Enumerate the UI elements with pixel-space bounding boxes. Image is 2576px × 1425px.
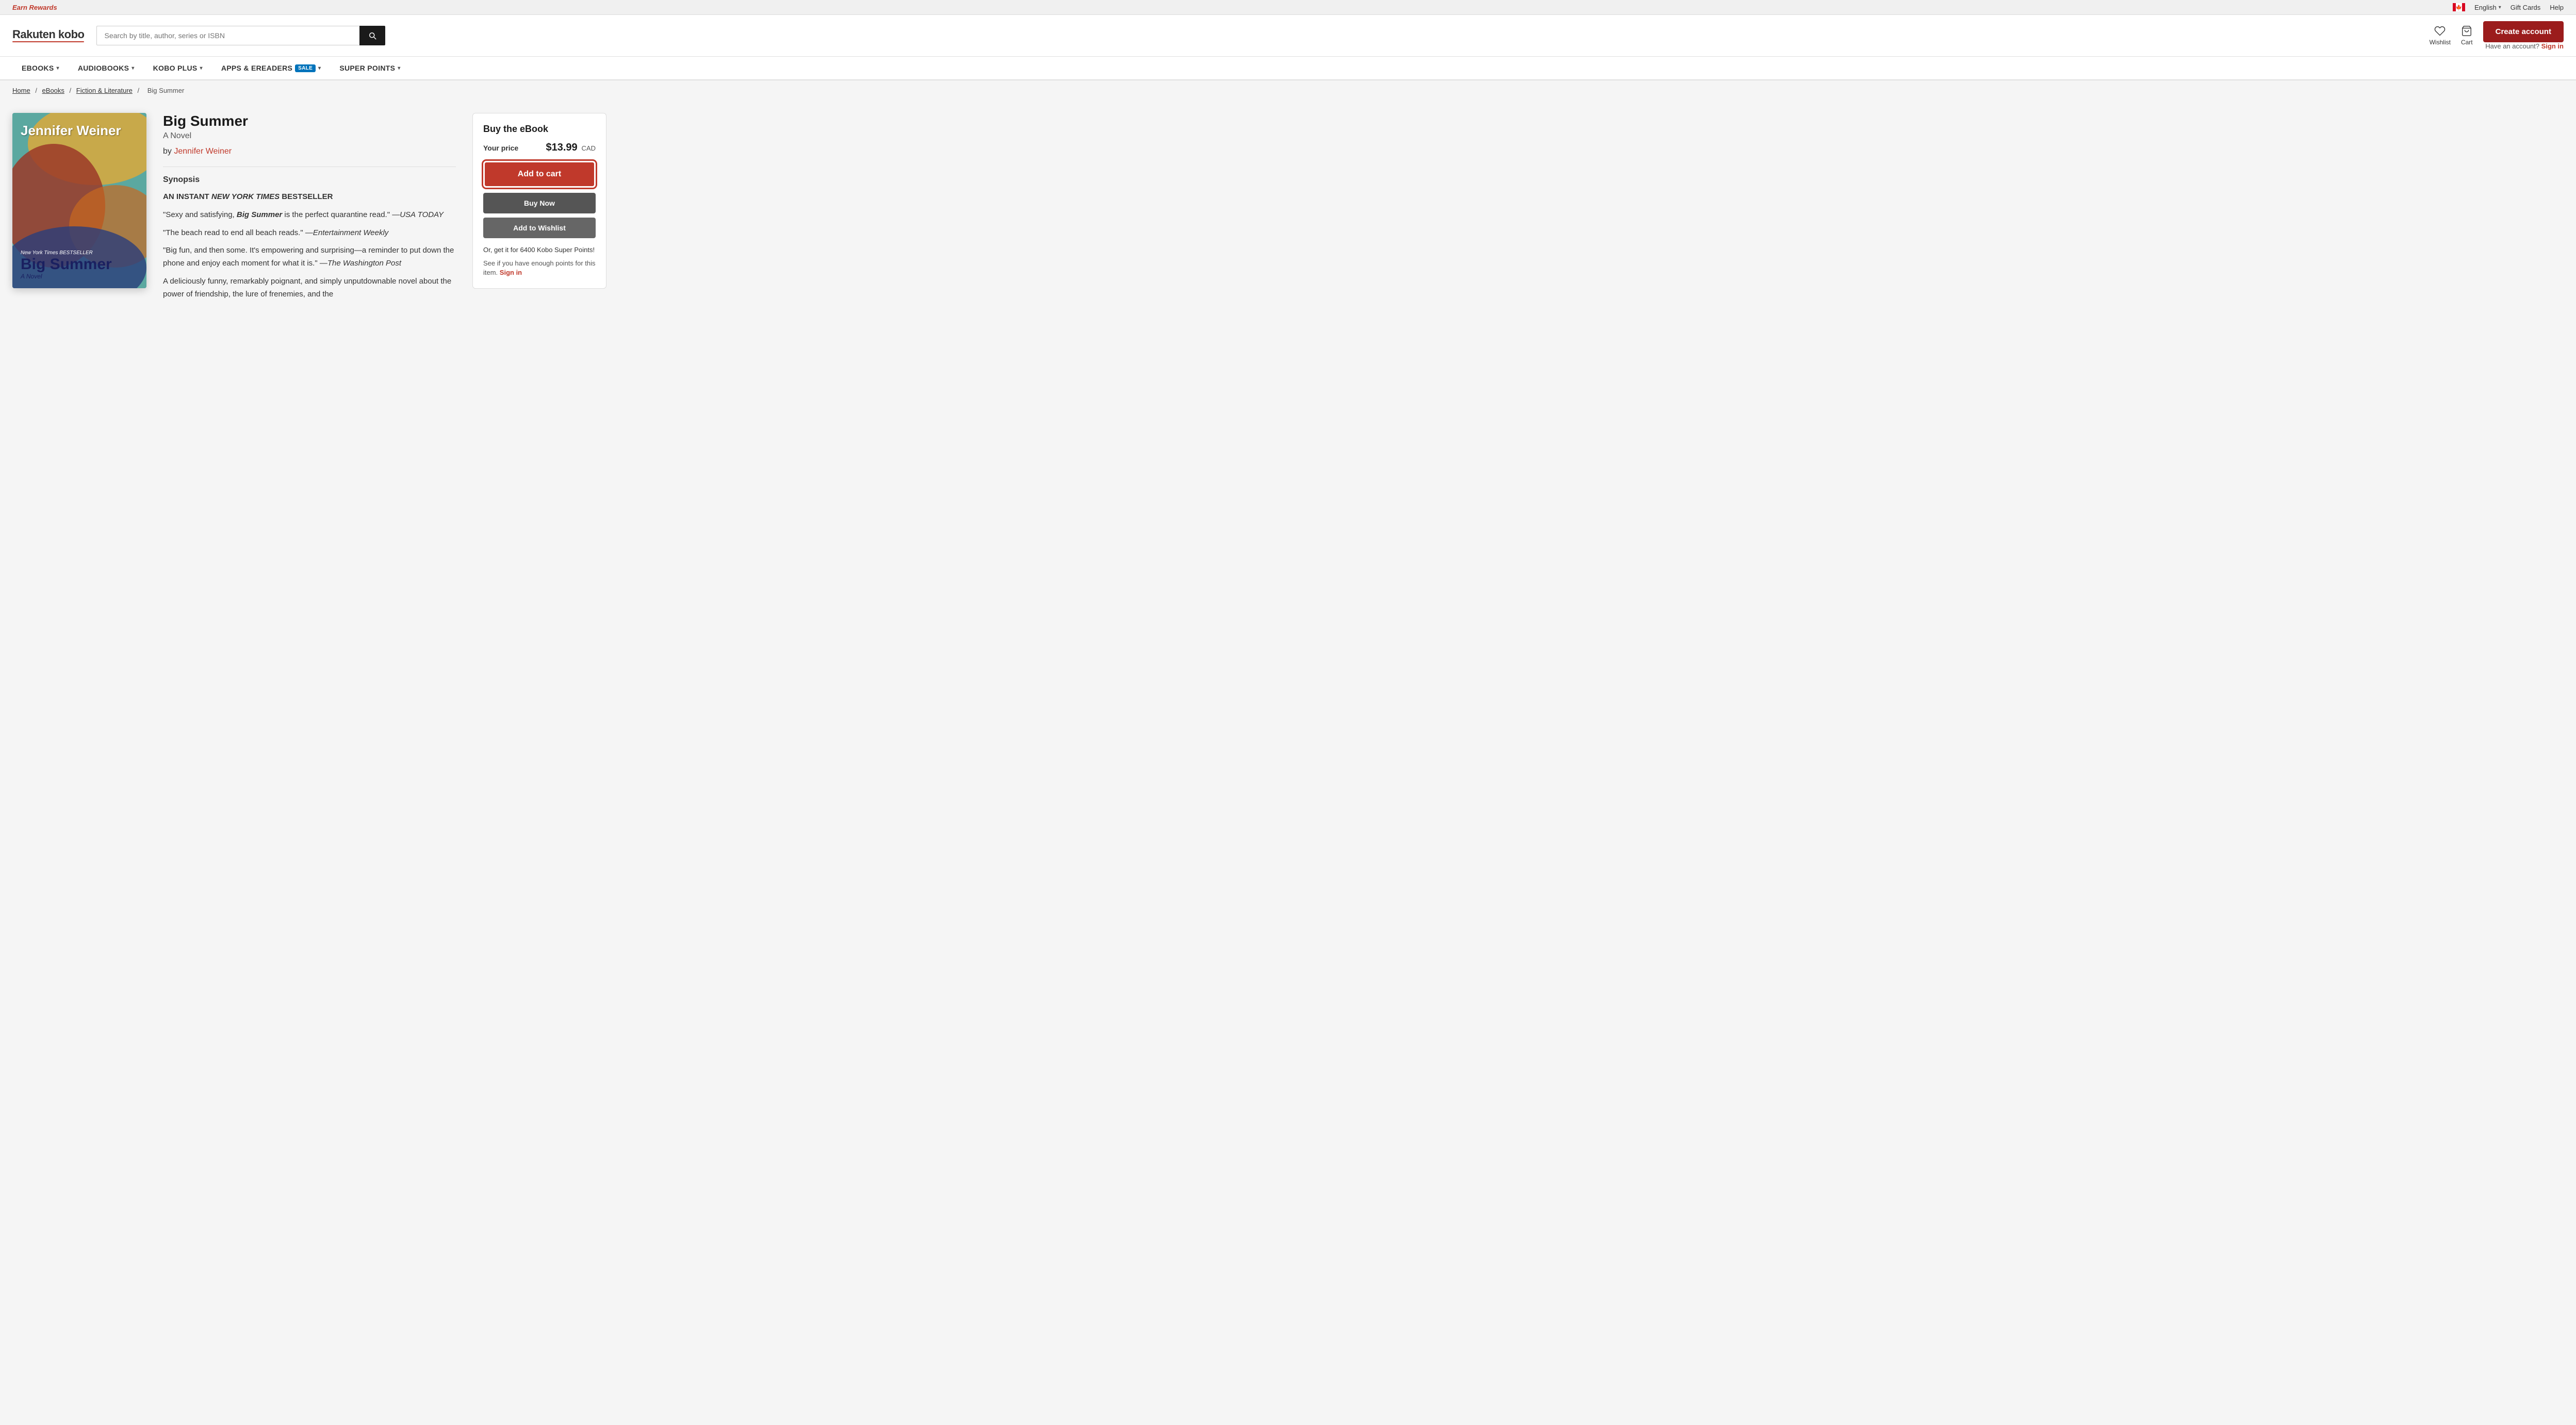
logo[interactable]: Rakuten kobo bbox=[12, 29, 84, 42]
wishlist-label: Wishlist bbox=[2430, 39, 2451, 46]
kobo-plus-chevron-icon: ▾ bbox=[200, 65, 203, 71]
top-bar: Earn Rewards 🍁 English ▾ Gift Cards Help bbox=[0, 0, 2576, 15]
nav-item-ebooks[interactable]: eBOOKS ▾ bbox=[12, 57, 69, 79]
cover-author: Jennifer Weiner bbox=[21, 123, 138, 138]
nav-item-audiobooks[interactable]: AUDIOBOOKS ▾ bbox=[69, 57, 144, 79]
book-title: Big Summer bbox=[163, 113, 456, 129]
book-author: by Jennifer Weiner bbox=[163, 147, 456, 156]
nav-item-apps-ereaders[interactable]: APPS & eREADERS SALE ▾ bbox=[212, 57, 331, 79]
book-info: Big Summer A Novel by Jennifer Weiner Sy… bbox=[163, 113, 456, 306]
breadcrumb-sep-3: / bbox=[138, 87, 141, 94]
buy-now-button[interactable]: Buy Now bbox=[483, 193, 596, 213]
super-points-text: Or, get it for 6400 Kobo Super Points! bbox=[483, 245, 596, 255]
price-row: Your price $13.99 CAD bbox=[483, 142, 596, 154]
nav-apps-label: APPS & eREADERS bbox=[221, 64, 292, 72]
buy-panel-sign-in-link[interactable]: Sign in bbox=[500, 269, 522, 276]
book-cover-section: Jennifer Weiner New York Times BESTSELLE… bbox=[12, 113, 146, 306]
audiobooks-chevron-icon: ▾ bbox=[132, 65, 134, 71]
nav-item-super-points[interactable]: SUPER POINTS ▾ bbox=[330, 57, 409, 79]
nav-kobo-plus-label: KOBO PLUS bbox=[153, 64, 198, 72]
price-block: $13.99 CAD bbox=[546, 142, 596, 154]
logo-underline bbox=[12, 41, 84, 42]
apps-chevron-icon: ▾ bbox=[318, 65, 321, 71]
synopsis-label: Synopsis bbox=[163, 175, 456, 185]
breadcrumb-current: Big Summer bbox=[147, 87, 185, 94]
search-button[interactable] bbox=[359, 26, 385, 45]
main-content: Jennifer Weiner New York Times BESTSELLE… bbox=[0, 101, 619, 318]
nav-audiobooks-label: AUDIOBOOKS bbox=[78, 64, 129, 72]
cart-label: Cart bbox=[2461, 39, 2473, 46]
breadcrumb-sep-1: / bbox=[35, 87, 39, 94]
add-to-wishlist-button[interactable]: Add to Wishlist bbox=[483, 218, 596, 238]
sign-in-block: Have an account? Sign in bbox=[2483, 42, 2564, 50]
nav-item-kobo-plus[interactable]: KOBO PLUS ▾ bbox=[144, 57, 212, 79]
nav-super-points-label: SUPER POINTS bbox=[339, 64, 395, 72]
heart-icon bbox=[2434, 25, 2446, 37]
price-amount: $13.99 bbox=[546, 142, 577, 153]
cover-title: Big Summer bbox=[21, 256, 138, 273]
wishlist-button[interactable]: Wishlist bbox=[2430, 25, 2451, 46]
nav-ebooks-label: eBOOKS bbox=[22, 64, 54, 72]
earn-rewards-link[interactable]: Earn Rewards bbox=[12, 4, 57, 11]
create-account-button[interactable]: Create account bbox=[2483, 21, 2564, 42]
cart-icon bbox=[2461, 25, 2472, 37]
logo-text: Rakuten kobo bbox=[12, 29, 84, 40]
cart-button[interactable]: Cart bbox=[2461, 25, 2473, 46]
add-to-cart-button[interactable]: Add to cart bbox=[483, 161, 596, 188]
breadcrumb-home[interactable]: Home bbox=[12, 87, 30, 94]
buy-panel-title: Buy the eBook bbox=[483, 124, 596, 135]
synopsis-line-2: "Sexy and satisfying, Big Summer is the … bbox=[163, 209, 456, 222]
account-section: Create account Have an account? Sign in bbox=[2483, 21, 2564, 50]
author-link[interactable]: Jennifer Weiner bbox=[174, 147, 232, 156]
book-cover-image: Jennifer Weiner New York Times BESTSELLE… bbox=[12, 113, 146, 288]
price-label: Your price bbox=[483, 144, 518, 152]
breadcrumb-sep-2: / bbox=[70, 87, 73, 94]
sign-in-link[interactable]: Sign in bbox=[2541, 42, 2564, 50]
svg-text:🍁: 🍁 bbox=[2456, 4, 2462, 11]
breadcrumb-category[interactable]: Fiction & Literature bbox=[76, 87, 133, 94]
breadcrumb-ebooks[interactable]: eBooks bbox=[42, 87, 64, 94]
have-account-text: Have an account? bbox=[2485, 42, 2539, 50]
synopsis-text: AN INSTANT NEW YORK TIMES BESTSELLER "Se… bbox=[163, 191, 456, 301]
book-subtitle: A Novel bbox=[163, 131, 456, 141]
nav-bar: eBOOKS ▾ AUDIOBOOKS ▾ KOBO PLUS ▾ APPS &… bbox=[0, 57, 2576, 80]
language-chevron-icon: ▾ bbox=[2499, 5, 2501, 10]
cover-nyt: New York Times BESTSELLER bbox=[21, 250, 138, 256]
synopsis-line-1: AN INSTANT NEW YORK TIMES BESTSELLER bbox=[163, 191, 456, 204]
super-points-chevron-icon: ▾ bbox=[398, 65, 400, 71]
sign-in-prompt: See if you have enough points for this i… bbox=[483, 259, 596, 277]
logo-rakuten: Rakuten bbox=[12, 28, 58, 41]
search-icon bbox=[368, 31, 377, 40]
ebooks-chevron-icon: ▾ bbox=[56, 65, 59, 71]
gift-cards-link[interactable]: Gift Cards bbox=[2511, 4, 2541, 11]
canada-flag-icon: 🍁 bbox=[2453, 3, 2465, 11]
synopsis-line-3: "The beach read to end all beach reads."… bbox=[163, 227, 456, 240]
top-bar-right: 🍁 English ▾ Gift Cards Help bbox=[2453, 3, 2564, 11]
buy-panel: Buy the eBook Your price $13.99 CAD Add … bbox=[472, 113, 606, 289]
price-currency: CAD bbox=[582, 144, 596, 152]
synopsis-line-5: A deliciously funny, remarkably poignant… bbox=[163, 275, 456, 301]
sale-badge: SALE bbox=[295, 64, 316, 72]
header-actions: Wishlist Cart Create account Have an acc… bbox=[2430, 21, 2564, 50]
search-bar bbox=[96, 26, 385, 45]
search-input[interactable] bbox=[96, 26, 359, 45]
breadcrumb: Home / eBooks / Fiction & Literature / B… bbox=[0, 80, 2576, 101]
help-link[interactable]: Help bbox=[2550, 4, 2564, 11]
header: Rakuten kobo Wishlist Cart Crea bbox=[0, 15, 2576, 57]
language-label: English bbox=[2474, 4, 2497, 11]
by-text: by bbox=[163, 147, 172, 156]
logo-kobo: kobo bbox=[58, 28, 85, 41]
cover-novel: A Novel bbox=[21, 273, 138, 280]
synopsis-line-4: "Big fun, and then some. It's empowering… bbox=[163, 244, 456, 270]
language-selector[interactable]: English ▾ bbox=[2474, 4, 2501, 11]
